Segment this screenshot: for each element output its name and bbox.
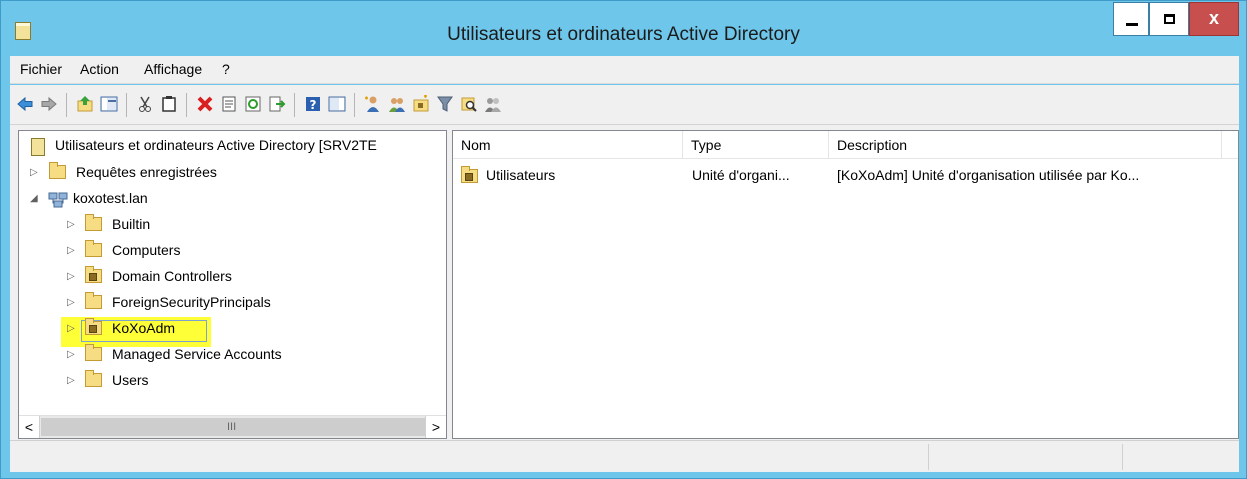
tree-item-label: Domain Controllers — [112, 268, 232, 284]
tree-item-label: Computers — [112, 242, 181, 258]
ad-console-icon — [31, 138, 45, 156]
expand-arrow-icon[interactable]: ▷ — [67, 297, 75, 308]
column-header-type[interactable]: Type — [683, 131, 829, 159]
tree-item-label: KoXoAdm — [112, 320, 176, 336]
menu-fichier[interactable]: Fichier — [20, 61, 62, 77]
svg-text:?: ? — [310, 98, 317, 112]
ou-folder-icon — [85, 318, 102, 335]
refresh-icon[interactable] — [244, 95, 262, 113]
console-tree[interactable]: Utilisateurs et ordinateurs Active Direc… — [18, 130, 447, 439]
horizontal-scrollbar[interactable]: < III > — [19, 415, 446, 438]
expand-arrow-icon[interactable]: ▷ — [67, 219, 75, 230]
ou-folder-icon — [461, 166, 478, 183]
scroll-left-button[interactable]: < — [19, 416, 40, 438]
tree-item-saved-queries[interactable]: ▷ Requêtes enregistrées — [27, 162, 427, 186]
collapse-arrow-icon[interactable]: ◢ — [30, 193, 38, 204]
tree-item-label: ForeignSecurityPrincipals — [112, 294, 271, 310]
menu-affichage[interactable]: Affichage — [144, 61, 202, 77]
status-bar — [10, 440, 1239, 472]
column-header-nom[interactable]: Nom — [453, 131, 683, 159]
close-icon: x — [1208, 8, 1219, 28]
scroll-grip-icon: III — [227, 421, 237, 433]
list-item[interactable]: Utilisateurs Unité d'organi... [KoXoAdm]… — [453, 165, 1233, 187]
tree-item-label: Requêtes enregistrées — [76, 164, 217, 180]
scroll-right-button[interactable]: > — [425, 416, 446, 438]
help-icon[interactable]: ? — [304, 95, 322, 113]
tree-root-label: Utilisateurs et ordinateurs Active Direc… — [55, 137, 377, 153]
close-button[interactable]: x — [1189, 2, 1239, 36]
maximize-icon — [1164, 14, 1175, 24]
show-console-tree-icon[interactable] — [100, 95, 118, 113]
properties-icon[interactable] — [220, 95, 238, 113]
folder-icon — [85, 344, 102, 361]
forward-arrow-icon[interactable] — [40, 95, 58, 113]
tree-item-users[interactable]: ▷ Users — [49, 370, 429, 394]
toolbar: ? — [10, 85, 1239, 125]
tree-root[interactable]: Utilisateurs et ordinateurs Active Direc… — [27, 137, 446, 159]
up-folder-icon[interactable] — [76, 95, 94, 113]
expand-arrow-icon[interactable]: ▷ — [30, 167, 38, 178]
folder-icon — [85, 214, 102, 231]
copy-icon[interactable] — [160, 95, 178, 113]
minimize-icon — [1126, 23, 1138, 26]
ou-folder-icon — [85, 266, 102, 283]
add-to-group-icon[interactable] — [484, 95, 502, 113]
expand-arrow-icon[interactable]: ▷ — [67, 271, 75, 282]
menu-help[interactable]: ? — [222, 61, 230, 77]
expand-arrow-icon[interactable]: ▷ — [67, 349, 75, 360]
menu-action[interactable]: Action — [80, 61, 119, 77]
column-header-filler — [1222, 131, 1238, 159]
delete-icon[interactable] — [196, 95, 214, 113]
tree-item-builtin[interactable]: ▷ Builtin — [49, 214, 429, 238]
folder-icon — [85, 240, 102, 257]
list-item-type: Unité d'organi... — [692, 167, 790, 183]
folder-icon — [85, 370, 102, 387]
back-arrow-icon[interactable] — [16, 95, 34, 113]
export-list-icon[interactable] — [268, 95, 286, 113]
details-pane[interactable]: Nom Type Description Utilisateurs Unité … — [452, 130, 1239, 439]
status-divider — [1122, 444, 1123, 470]
maximize-button[interactable] — [1149, 2, 1189, 36]
expand-arrow-icon[interactable]: ▷ — [67, 323, 75, 334]
list-item-description: [KoXoAdm] Unité d'organisation utilisée … — [837, 167, 1140, 183]
expand-arrow-icon[interactable]: ▷ — [67, 375, 75, 386]
menu-bar: Fichier Action Affichage ? — [10, 56, 1239, 84]
tree-item-foreign-security-principals[interactable]: ▷ ForeignSecurityPrincipals — [49, 292, 429, 316]
tree-item-domain[interactable]: ◢ koxotest.lan — [27, 190, 427, 212]
title-bar[interactable]: Utilisateurs et ordinateurs Active Direc… — [1, 1, 1246, 55]
window-title: Utilisateurs et ordinateurs Active Direc… — [447, 24, 800, 45]
tree-item-label: koxotest.lan — [73, 190, 148, 206]
tree-item-managed-service-accounts[interactable]: ▷ Managed Service Accounts — [49, 344, 429, 368]
find-icon[interactable] — [460, 95, 478, 113]
folder-icon — [49, 162, 66, 179]
expand-arrow-icon[interactable]: ▷ — [67, 245, 75, 256]
tree-item-label: Builtin — [112, 216, 151, 232]
tree-item-domain-controllers[interactable]: ▷ Domain Controllers — [49, 266, 429, 290]
tree-item-computers[interactable]: ▷ Computers — [49, 240, 429, 264]
action-pane-icon[interactable] — [328, 95, 346, 113]
new-user-icon[interactable] — [364, 95, 382, 113]
list-item-name: Utilisateurs — [486, 167, 556, 183]
new-ou-icon[interactable] — [412, 95, 430, 113]
tree-item-koxoadm[interactable]: ▷ KoXoAdm — [49, 318, 429, 342]
domain-icon — [48, 192, 68, 208]
status-divider — [928, 444, 929, 470]
new-group-icon[interactable] — [388, 95, 406, 113]
filter-icon[interactable] — [436, 95, 454, 113]
tree-item-label: Managed Service Accounts — [112, 346, 282, 362]
minimize-button[interactable] — [1113, 2, 1149, 36]
scroll-thumb[interactable]: III — [41, 418, 426, 436]
window: Utilisateurs et ordinateurs Active Direc… — [0, 0, 1247, 479]
folder-icon — [85, 292, 102, 309]
cut-icon[interactable] — [136, 95, 154, 113]
tree-item-label: Users — [112, 372, 149, 388]
column-header-description[interactable]: Description — [829, 131, 1222, 159]
